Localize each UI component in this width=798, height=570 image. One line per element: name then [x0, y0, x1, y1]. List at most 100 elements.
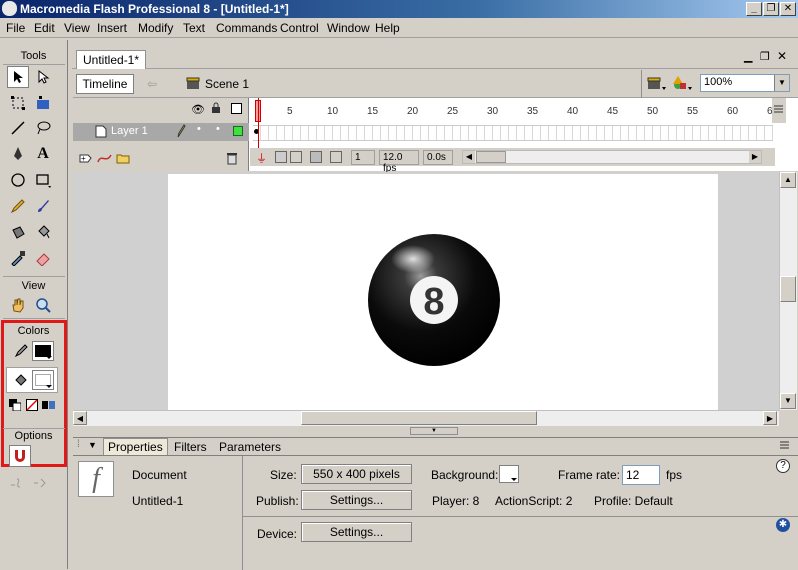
- lock-dot[interactable]: •: [216, 123, 220, 135]
- outline-toggle-icon[interactable]: [231, 103, 242, 114]
- pencil-tool-icon[interactable]: [7, 195, 29, 217]
- oval-tool-icon[interactable]: [7, 169, 29, 191]
- menu-window[interactable]: Window: [327, 21, 370, 35]
- background-color-swatch[interactable]: [499, 465, 519, 483]
- modify-onion-markers-icon[interactable]: [330, 151, 342, 163]
- fill-color-swatch[interactable]: [32, 370, 54, 390]
- chevron-down-icon[interactable]: ▼: [774, 75, 789, 91]
- scroll-left-arrow-icon[interactable]: ◀: [73, 411, 87, 425]
- layer-name[interactable]: Layer 1: [111, 125, 148, 137]
- no-color-icon[interactable]: [24, 397, 40, 413]
- scroll-right-arrow-icon[interactable]: ▶: [763, 411, 777, 425]
- zoom-select[interactable]: 100% ▼: [700, 74, 790, 92]
- subselection-tool-icon[interactable]: [32, 66, 54, 88]
- scroll-down-arrow-icon[interactable]: ▼: [780, 393, 796, 409]
- document-size-button[interactable]: 550 x 400 pixels: [301, 464, 412, 484]
- paint-bucket-tool-icon[interactable]: [32, 221, 54, 243]
- onion-skin-outlines-icon[interactable]: [290, 151, 302, 163]
- text-tool-icon[interactable]: A: [32, 143, 54, 165]
- timeline-menu-icon[interactable]: [772, 98, 786, 123]
- delete-layer-trash-icon[interactable]: [226, 152, 238, 168]
- doc-minimize-icon[interactable]: ▁: [744, 50, 752, 63]
- menu-text[interactable]: Text: [183, 21, 205, 35]
- gripper-icon[interactable]: ⁞: [77, 439, 80, 450]
- timeline-hscrollbar[interactable]: ◀ ▶: [462, 150, 762, 164]
- center-frame-icon[interactable]: ⏚: [256, 150, 267, 166]
- black-white-icon[interactable]: [7, 397, 23, 413]
- gradient-transform-tool-icon[interactable]: [32, 92, 54, 114]
- publish-settings-button[interactable]: Settings...: [301, 490, 412, 510]
- restore-button[interactable]: ❐: [763, 2, 779, 16]
- menu-commands[interactable]: Commands: [216, 21, 277, 35]
- eight-ball-graphic[interactable]: 8: [168, 174, 718, 410]
- insert-folder-icon[interactable]: [116, 152, 130, 167]
- eyedropper-tool-icon[interactable]: [7, 247, 29, 269]
- pencil-edit-icon: [176, 124, 186, 141]
- visibility-dot[interactable]: •: [197, 123, 201, 135]
- scroll-thumb[interactable]: [476, 151, 506, 163]
- edit-symbols-icon[interactable]: [672, 75, 694, 94]
- onion-skin-icon[interactable]: [275, 151, 287, 163]
- menu-modify[interactable]: Modify: [138, 21, 173, 35]
- frame-rate-input[interactable]: 12: [622, 465, 660, 485]
- menu-view[interactable]: View: [64, 21, 90, 35]
- layer-frames-row[interactable]: [253, 125, 773, 141]
- stage[interactable]: 8: [168, 174, 718, 410]
- add-motion-guide-icon[interactable]: [97, 152, 113, 167]
- flash-app-icon[interactable]: [2, 1, 17, 16]
- edit-multiple-frames-icon[interactable]: [310, 151, 322, 163]
- scroll-right-arrow-icon[interactable]: ▶: [749, 151, 761, 163]
- options-label: Options: [14, 430, 53, 442]
- zoom-tool-icon[interactable]: [32, 294, 54, 316]
- frame-number: 35: [527, 106, 539, 117]
- close-button[interactable]: ✕: [780, 2, 796, 16]
- panel-options-menu-icon[interactable]: [779, 440, 791, 453]
- menu-control[interactable]: Control: [280, 21, 319, 35]
- menu-help[interactable]: Help: [375, 21, 400, 35]
- edit-scene-icon[interactable]: [647, 75, 667, 94]
- panel-collapse-arrow-icon[interactable]: ▼: [410, 427, 458, 435]
- stage-vscrollbar[interactable]: ▲ ▼: [779, 172, 797, 410]
- layer-outline-color[interactable]: [233, 126, 243, 136]
- device-settings-button[interactable]: Settings...: [301, 522, 412, 542]
- scroll-up-arrow-icon[interactable]: ▲: [780, 172, 796, 188]
- tab-properties[interactable]: Properties: [103, 438, 168, 456]
- lock-icon[interactable]: [211, 102, 221, 117]
- doc-restore-icon[interactable]: ❐: [760, 50, 770, 63]
- accessibility-icon[interactable]: ✱: [776, 518, 790, 532]
- eraser-tool-icon[interactable]: [32, 247, 54, 269]
- timeline-toggle-button[interactable]: Timeline: [76, 74, 134, 94]
- lasso-tool-icon[interactable]: [32, 117, 54, 139]
- stroke-color-swatch[interactable]: [32, 341, 54, 361]
- tab-parameters[interactable]: Parameters: [219, 440, 281, 454]
- tab-untitled-1[interactable]: Untitled-1*: [76, 50, 147, 69]
- show-hide-eye-icon[interactable]: 👁: [191, 103, 205, 116]
- minimize-button[interactable]: _: [746, 2, 762, 16]
- hscroll-thumb[interactable]: [301, 411, 537, 425]
- tab-filters[interactable]: Filters: [174, 440, 207, 454]
- menu-file[interactable]: File: [6, 21, 25, 35]
- ink-bottle-tool-icon[interactable]: [7, 221, 29, 243]
- collapse-triangle-icon[interactable]: ▼: [88, 440, 97, 450]
- hand-tool-icon[interactable]: [7, 294, 29, 316]
- line-tool-icon[interactable]: [7, 117, 29, 139]
- help-icon[interactable]: ?: [776, 459, 790, 473]
- menu-insert[interactable]: Insert: [97, 21, 127, 35]
- scroll-left-arrow-icon[interactable]: ◀: [463, 151, 475, 163]
- pen-tool-icon[interactable]: [7, 143, 29, 165]
- insert-layer-icon[interactable]: +: [79, 152, 93, 167]
- ball-highlight: [391, 245, 435, 273]
- frame-number: 40: [567, 106, 579, 117]
- free-transform-tool-icon[interactable]: [7, 92, 29, 114]
- scene-label[interactable]: Scene 1: [205, 77, 249, 91]
- doc-close-icon[interactable]: ✕: [777, 49, 787, 63]
- swap-colors-icon[interactable]: [41, 397, 57, 413]
- vscroll-thumb[interactable]: [780, 276, 796, 302]
- layer-row[interactable]: Layer 1 • •: [73, 123, 249, 141]
- rectangle-tool-icon[interactable]: [32, 169, 54, 191]
- snap-to-objects-magnet-icon[interactable]: [9, 445, 31, 467]
- stage-hscrollbar[interactable]: ◀ ▶: [73, 410, 779, 426]
- brush-tool-icon[interactable]: [32, 195, 54, 217]
- selection-tool-icon[interactable]: [7, 66, 29, 88]
- menu-edit[interactable]: Edit: [34, 21, 55, 35]
